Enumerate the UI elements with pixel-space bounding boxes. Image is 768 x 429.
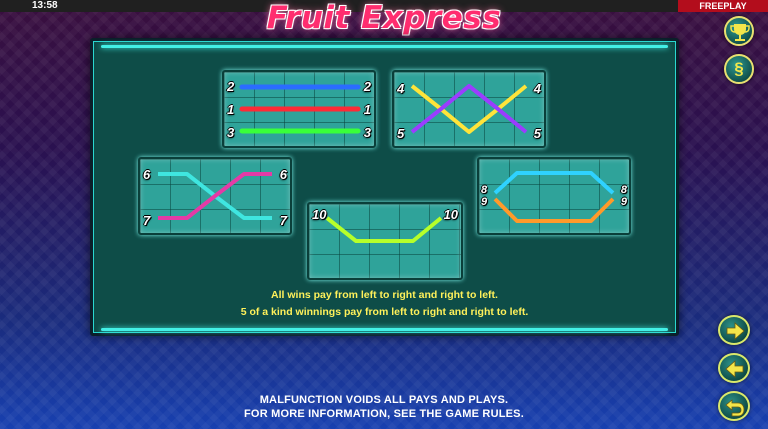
arrow-right-icon: [726, 322, 745, 340]
info-line-2: 5 of a kind winnings pay from left to ri…: [240, 306, 529, 318]
payline-4: [410, 84, 528, 134]
payline-9: [493, 197, 615, 223]
payline-label-4-left: 4: [397, 81, 405, 96]
paytable-button[interactable]: [724, 16, 754, 46]
return-to-game-button[interactable]: [718, 391, 750, 421]
return-arrow-icon: [725, 399, 745, 417]
rules-button[interactable]: §: [724, 54, 754, 84]
payline-5: [410, 84, 528, 134]
payline-label-1-left: 1: [227, 102, 235, 117]
payline-label-7-left: 7: [143, 213, 151, 228]
payline-box-8-9: 8 8 9 9: [477, 157, 631, 235]
payline-label-3-right: 3: [363, 125, 371, 140]
payline-box-10: 10 10: [307, 202, 463, 280]
payline-label-5-left: 5: [397, 126, 405, 141]
payline-box-6-7: 6 6 7 7: [138, 157, 292, 235]
payline-label-9-right: 9: [620, 196, 627, 208]
panel-bottom-glow: [101, 328, 668, 331]
next-page-button[interactable]: [718, 315, 750, 345]
payline-label-4-right: 4: [533, 81, 541, 96]
payline-label-9-left: 9: [481, 196, 488, 208]
payline-label-2-right: 2: [363, 79, 371, 94]
previous-page-button[interactable]: [718, 353, 750, 383]
game-title: Fruit Express: [266, 0, 502, 36]
payline-label-6-left: 6: [143, 167, 151, 182]
payline-8: [493, 171, 615, 195]
arrow-left-icon: [725, 360, 744, 378]
payline-7: [158, 172, 272, 220]
info-line-1: All wins pay from left to right and righ…: [271, 289, 498, 301]
payline-label-2-left: 2: [227, 79, 235, 94]
footer-line-2: FOR MORE INFORMATION, SEE THE GAME RULES…: [244, 408, 524, 420]
payline-box-1-2-3: 2 2 1 1 3 3: [222, 70, 376, 148]
payline-label-10-left: 10: [312, 207, 327, 222]
trophy-icon: [730, 24, 750, 41]
payline-label-3-left: 3: [227, 125, 235, 140]
payline-10: [325, 216, 443, 243]
payline-label-5-right: 5: [533, 126, 541, 141]
payline-label-10-right: 10: [443, 207, 458, 222]
payline-label-1-right: 1: [363, 102, 371, 117]
payline-label-7-right: 7: [279, 213, 287, 228]
payline-box-4-5: 4 4 5 5: [392, 70, 546, 148]
section-sign-icon: §: [734, 59, 744, 78]
footer-line-1: MALFUNCTION VOIDS ALL PAYS AND PLAYS.: [259, 394, 509, 406]
payline-label-6-right: 6: [279, 167, 287, 182]
panel-top-glow: [101, 45, 668, 48]
